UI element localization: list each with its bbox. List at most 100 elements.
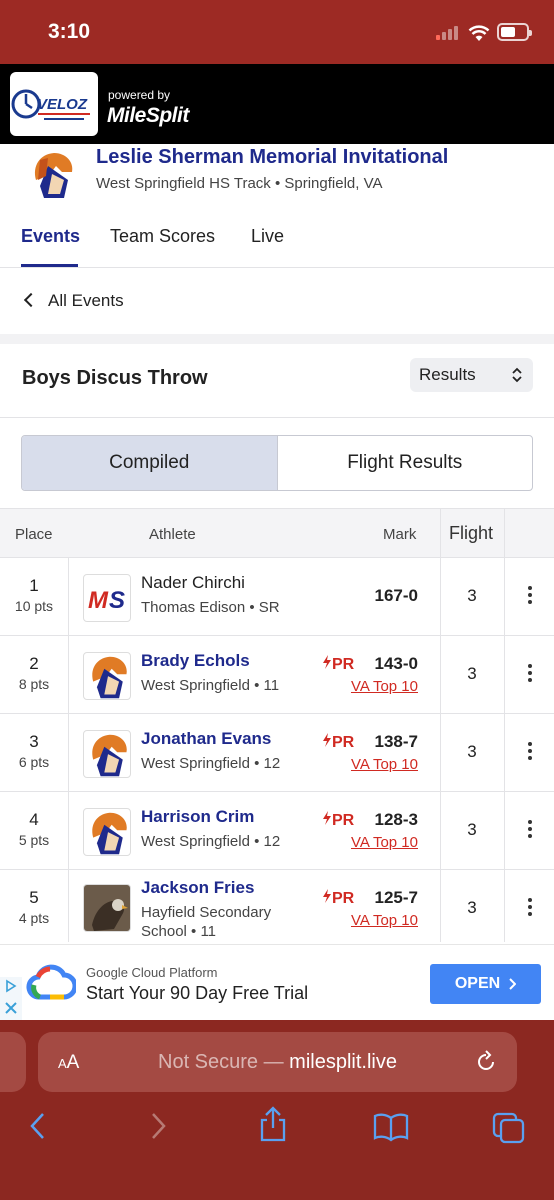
athlete-school: Hayfield Secondary — [141, 904, 272, 921]
spartan-avatar-icon — [83, 730, 131, 778]
athlete-school: Thomas Edison • SR — [141, 599, 280, 616]
athlete-name-link[interactable]: Harrison Crim — [141, 807, 254, 827]
lightning-icon — [323, 655, 331, 669]
va-top-10-link[interactable]: VA Top 10 — [351, 912, 418, 929]
points: 5 pts — [18, 832, 50, 848]
brand-header: VELOZ powered by MileSplit — [0, 64, 554, 144]
back-arrow-icon[interactable] — [28, 1112, 48, 1140]
ad-open-button[interactable]: OPEN — [430, 964, 541, 1004]
veloz-logo[interactable]: VELOZ — [10, 72, 98, 136]
tab-events[interactable]: Events — [21, 226, 80, 247]
view-select[interactable]: Results — [410, 358, 533, 392]
athlete-name-link[interactable]: Brady Echols — [141, 651, 250, 671]
tabs-icon[interactable] — [492, 1112, 526, 1144]
table-row[interactable]: 2 8 pts Brady Echols West Springfield • … — [0, 636, 554, 714]
va-top-10-link[interactable]: VA Top 10 — [351, 756, 418, 773]
reload-icon[interactable] — [473, 1049, 499, 1075]
wifi-icon — [468, 25, 490, 41]
hawk-avatar-icon — [83, 884, 131, 932]
address-bar[interactable]: AA Not Secure — milesplit.live — [38, 1032, 517, 1092]
table-row[interactable]: 5 4 pts Jackson Fries Hayfield Secondary… — [0, 870, 554, 948]
pr-badge: PR — [322, 811, 354, 830]
more-options-icon[interactable] — [520, 586, 540, 608]
header-mark: Mark — [383, 526, 417, 543]
ad-open-label: OPEN — [454, 975, 501, 992]
pr-badge: PR — [322, 655, 354, 674]
athlete-school: West Springfield • 11 — [141, 677, 280, 694]
mark: 138-7 — [374, 732, 418, 751]
battery-icon — [497, 23, 532, 41]
mark: 167-0 — [374, 586, 418, 605]
more-options-icon[interactable] — [520, 898, 540, 920]
meet-location: West Springfield HS Track • Springfield,… — [96, 175, 383, 192]
url-display[interactable]: Not Secure — milesplit.live — [38, 1051, 517, 1074]
back-label: All Events — [48, 291, 124, 310]
chevron-left-icon — [23, 292, 39, 308]
divider — [0, 417, 554, 418]
more-options-icon[interactable] — [520, 742, 540, 764]
athlete-school-line2: School • 11 — [141, 923, 217, 940]
mark: 128-3 — [374, 810, 418, 829]
va-top-10-link[interactable]: VA Top 10 — [351, 834, 418, 851]
more-options-icon[interactable] — [520, 664, 540, 686]
previous-tab-peek[interactable] — [0, 1032, 26, 1092]
athlete-name-link[interactable]: Jackson Fries — [141, 878, 254, 898]
flight: 3 — [467, 664, 477, 683]
chevron-right-icon — [509, 978, 517, 990]
flight: 3 — [467, 586, 477, 605]
tab-team-scores[interactable]: Team Scores — [110, 226, 215, 247]
status-bar: 3:10 — [0, 0, 554, 64]
place: 1 — [29, 576, 39, 595]
lightning-icon — [323, 889, 331, 903]
athlete-name-link[interactable]: Jonathan Evans — [141, 729, 271, 749]
place: 5 — [29, 888, 39, 907]
chevron-up-down-icon — [512, 367, 522, 383]
table-row[interactable]: 4 5 pts Harrison Crim West Springfield •… — [0, 792, 554, 870]
points: 4 pts — [18, 910, 50, 926]
mark: 125-7 — [374, 888, 418, 907]
view-select-value: Results — [419, 365, 476, 384]
browser-toolbar: AA Not Secure — milesplit.live — [0, 1020, 554, 1200]
table-row[interactable]: 1 10 pts M S Nader Chirchi Thomas Edison… — [0, 558, 554, 636]
milesplit-logo[interactable]: MileSplit — [107, 104, 189, 128]
va-top-10-link[interactable]: VA Top 10 — [351, 678, 418, 695]
compiled-toggle[interactable]: Compiled — [22, 436, 278, 490]
athlete-name: Nader Chirchi — [141, 573, 245, 592]
flight: 3 — [467, 898, 477, 917]
svg-text:M: M — [88, 587, 109, 614]
powered-by-label: powered by — [108, 88, 171, 102]
header-flight: Flight — [449, 523, 494, 543]
section-divider — [0, 334, 554, 344]
flight: 3 — [467, 742, 477, 761]
place: 2 — [29, 654, 39, 673]
meet-title[interactable]: Leslie Sherman Memorial Invitational — [96, 146, 448, 169]
table-header: Place Athlete Mark Flight — [0, 508, 554, 558]
status-time: 3:10 — [48, 20, 91, 43]
points: 10 pts — [14, 598, 54, 614]
google-cloud-icon — [26, 964, 76, 1000]
results-mode-toggle: Compiled Flight Results — [21, 435, 533, 491]
points: 8 pts — [18, 676, 50, 692]
header-place: Place — [15, 526, 53, 543]
mark: 143-0 — [374, 654, 418, 673]
veloz-wordmark: VELOZ — [37, 96, 88, 113]
pr-badge: PR — [322, 733, 354, 752]
bookmarks-icon[interactable] — [373, 1112, 409, 1142]
more-options-icon[interactable] — [520, 820, 540, 842]
flight-results-toggle[interactable]: Flight Results — [278, 436, 533, 490]
svg-text:S: S — [109, 587, 125, 614]
url-domain: milesplit.live — [289, 1051, 397, 1073]
spartan-avatar-icon — [83, 652, 131, 700]
header-athlete: Athlete — [149, 526, 196, 543]
spartan-avatar-icon — [83, 808, 131, 856]
lightning-icon — [323, 811, 331, 825]
forward-arrow-icon[interactable] — [148, 1112, 168, 1140]
table-row[interactable]: 3 6 pts Jonathan Evans West Springfield … — [0, 714, 554, 792]
ad-banner[interactable]: Google Cloud Platform Start Your 90 Day … — [0, 944, 554, 1021]
tab-live[interactable]: Live — [251, 226, 284, 247]
share-icon[interactable] — [258, 1106, 288, 1142]
ms-logo-icon: M S — [83, 574, 131, 622]
adchoices-icon[interactable] — [0, 977, 22, 1021]
all-events-back-link[interactable]: All Events — [22, 291, 124, 311]
pr-badge: PR — [322, 889, 354, 908]
